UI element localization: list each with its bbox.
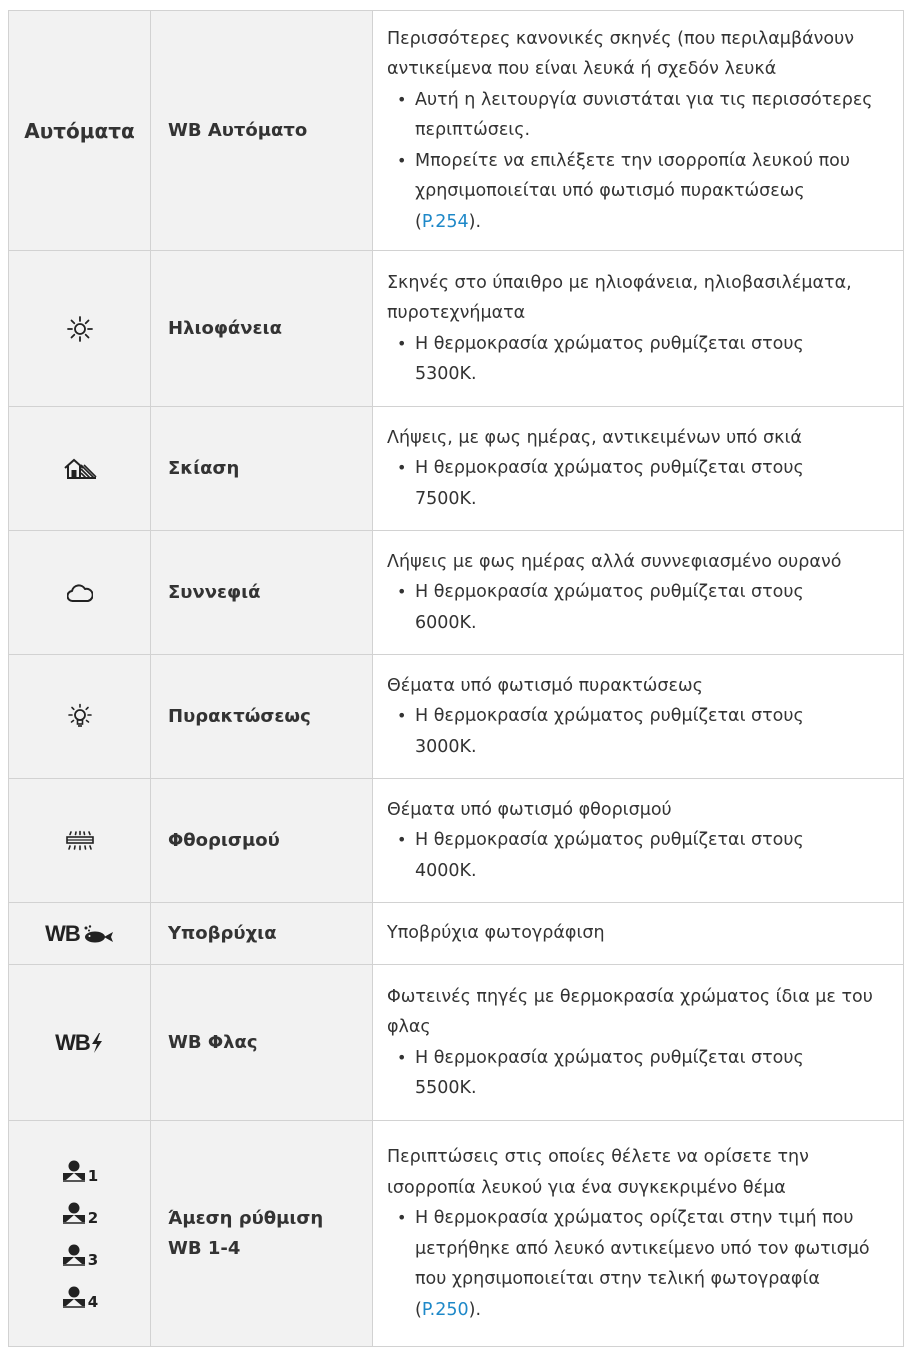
bullet-text: Η θερμοκρασία χρώματος ορίζεται στην τιμ… xyxy=(415,1208,870,1320)
mode-description: Θέματα υπό φωτισμό πυρακτώσεως Η θερμοκρ… xyxy=(372,654,904,779)
mode-description: Φωτεινές πηγές με θερμοκρασία χρώματος ί… xyxy=(372,964,904,1121)
table-row: WB Υποβρύχια Υποβρύχια φωτογράφιση xyxy=(8,902,904,965)
underwater-icon: WB xyxy=(45,921,114,947)
wb-text: WB xyxy=(45,920,81,946)
icon-cell xyxy=(8,406,151,531)
white-balance-table: Αυτόματα WB Αυτόματο Περισσότερες κανονι… xyxy=(8,10,904,1347)
mode-description: Περιπτώσεις στις οποίες θέλετε να ορίσετ… xyxy=(372,1120,904,1347)
bullet-item: Η θερμοκρασία χρώματος ρυθμίζεται στους … xyxy=(397,329,904,390)
one-touch-wb-4-icon: 4 xyxy=(61,1276,98,1318)
table-row: Σκίαση Λήψεις, με φως ημέρας, αντικειμέν… xyxy=(8,406,904,531)
mode-name: Πυρακτώσεως xyxy=(150,654,373,779)
description-text: Περισσότερες κανονικές σκηνές (που περιλ… xyxy=(387,28,855,80)
table-row: Ηλιοφάνεια Σκηνές στο ύπαιθρο με ηλιοφάν… xyxy=(8,250,904,407)
bullet-item: Η θερμοκρασία χρώματος ρυθμίζεται στους … xyxy=(397,1043,904,1104)
bullet-list: Η θερμοκρασία χρώματος ρυθμίζεται στους … xyxy=(387,825,904,886)
cloudy-icon xyxy=(66,583,93,602)
one-touch-wb-3-icon: 3 xyxy=(61,1234,98,1276)
mode-name: Άμεση ρύθμιση WB 1-4 xyxy=(150,1120,373,1347)
mode-description: Σκηνές στο ύπαιθρο με ηλιοφάνεια, ηλιοβα… xyxy=(372,250,904,407)
table-row: WB WB Φλας Φωτεινές πηγές με θερμοκρασία… xyxy=(8,964,904,1121)
mode-name: Σκίαση xyxy=(150,406,373,531)
description-text: Σκηνές στο ύπαιθρο με ηλιοφάνεια, ηλιοβα… xyxy=(387,272,852,324)
sunny-icon xyxy=(66,315,93,342)
description-text: Θέματα υπό φωτισμό πυρακτώσεως xyxy=(387,675,703,696)
fish-icon xyxy=(84,924,113,942)
mode-description: Λήψεις, με φως ημέρας, αντικειμένων υπό … xyxy=(372,406,904,531)
shade-icon xyxy=(63,458,97,479)
icon-cell xyxy=(8,778,151,903)
icon-cell: WB xyxy=(8,902,151,965)
bullet-text-end: ). xyxy=(468,211,482,232)
mode-name: WB Αυτόματο xyxy=(150,10,373,251)
bullet-item: Αυτή η λειτουργία συνιστάται για τις περ… xyxy=(397,85,904,146)
one-touch-wb-2-icon: 2 xyxy=(61,1192,98,1234)
mode-name: WB Φλας xyxy=(150,964,373,1121)
wb-text: WB xyxy=(55,1029,91,1055)
lightning-icon xyxy=(91,1032,102,1053)
one-touch-wb-1-icon: 1 xyxy=(61,1150,98,1192)
mode-description: Περισσότερες κανονικές σκηνές (που περιλ… xyxy=(372,10,904,251)
bullet-list: Η θερμοκρασία χρώματος ρυθμίζεται στους … xyxy=(387,329,904,390)
table-row: Φθορισμού Θέματα υπό φωτισμό φθορισμού Η… xyxy=(8,778,904,903)
incandescent-icon xyxy=(67,703,92,727)
icon-cell xyxy=(8,250,151,407)
bullet-list: Η θερμοκρασία χρώματος ρυθμίζεται στους … xyxy=(387,453,904,514)
icon-cell xyxy=(8,530,151,655)
description-text: Υποβρύχια φωτογράφιση xyxy=(387,923,605,944)
one-touch-wb-icon: 1 2 3 4 xyxy=(61,1150,98,1318)
bullet-item: Η θερμοκρασία χρώματος ρυθμίζεται στους … xyxy=(397,453,904,514)
description-text: Φωτεινές πηγές με θερμοκρασία χρώματος ί… xyxy=(387,986,873,1038)
bullet-list: Η θερμοκρασία χρώματος ρυθμίζεται στους … xyxy=(387,1043,904,1104)
bullet-list: Η θερμοκρασία χρώματος ρυθμίζεται στους … xyxy=(387,701,904,762)
mode-name: Υποβρύχια xyxy=(150,902,373,965)
bullet-item: Η θερμοκρασία χρώματος ρυθμίζεται στους … xyxy=(397,701,904,762)
bullet-list: Η θερμοκρασία χρώματος ρυθμίζεται στους … xyxy=(387,577,904,638)
description-text: Θέματα υπό φωτισμό φθορισμού xyxy=(387,799,672,820)
mode-label: Αυτόματα xyxy=(8,10,151,251)
bullet-item: Μπορείτε να επιλέξετε την ισορροπία λευκ… xyxy=(397,146,904,238)
fluorescent-icon xyxy=(65,830,94,850)
table-row: 1 2 3 4 Άμεση ρύθμιση WB 1-4 Περιπτώσεις… xyxy=(8,1120,904,1347)
mode-description: Θέματα υπό φωτισμό φθορισμού Η θερμοκρασ… xyxy=(372,778,904,903)
bullet-item: Η θερμοκρασία χρώματος ορίζεται στην τιμ… xyxy=(397,1203,904,1325)
icon-cell: 1 2 3 4 xyxy=(8,1120,151,1347)
mode-name: Ηλιοφάνεια xyxy=(150,250,373,407)
icon-cell: WB xyxy=(8,964,151,1121)
bullet-item: Η θερμοκρασία χρώματος ρυθμίζεται στους … xyxy=(397,825,904,886)
bullet-item: Η θερμοκρασία χρώματος ρυθμίζεται στους … xyxy=(397,577,904,638)
table-row: Αυτόματα WB Αυτόματο Περισσότερες κανονι… xyxy=(8,10,904,251)
mode-name: Φθορισμού xyxy=(150,778,373,903)
bullet-list: Η θερμοκρασία χρώματος ορίζεται στην τιμ… xyxy=(387,1203,904,1325)
bullet-text-end: ). xyxy=(468,1299,482,1320)
bullet-list: Αυτή η λειτουργία συνιστάται για τις περ… xyxy=(387,85,904,238)
mode-description: Υποβρύχια φωτογράφιση xyxy=(372,902,904,965)
description-text: Περιπτώσεις στις οποίες θέλετε να ορίσετ… xyxy=(387,1147,809,1198)
mode-description: Λήψεις με φως ημέρας αλλά συννεφιασμένο … xyxy=(372,530,904,655)
page-link-p254[interactable]: P.254 xyxy=(422,212,469,232)
icon-cell xyxy=(8,654,151,779)
flash-icon: WB xyxy=(55,1030,104,1056)
table-row: Συννεφιά Λήψεις με φως ημέρας αλλά συννε… xyxy=(8,530,904,655)
mode-name: Συννεφιά xyxy=(150,530,373,655)
description-text: Λήψεις με φως ημέρας αλλά συννεφιασμένο … xyxy=(387,551,842,572)
table-row: Πυρακτώσεως Θέματα υπό φωτισμό πυρακτώσε… xyxy=(8,654,904,779)
page-link-p250[interactable]: P.250 xyxy=(422,1300,469,1320)
description-text: Λήψεις, με φως ημέρας, αντικειμένων υπό … xyxy=(387,427,802,448)
